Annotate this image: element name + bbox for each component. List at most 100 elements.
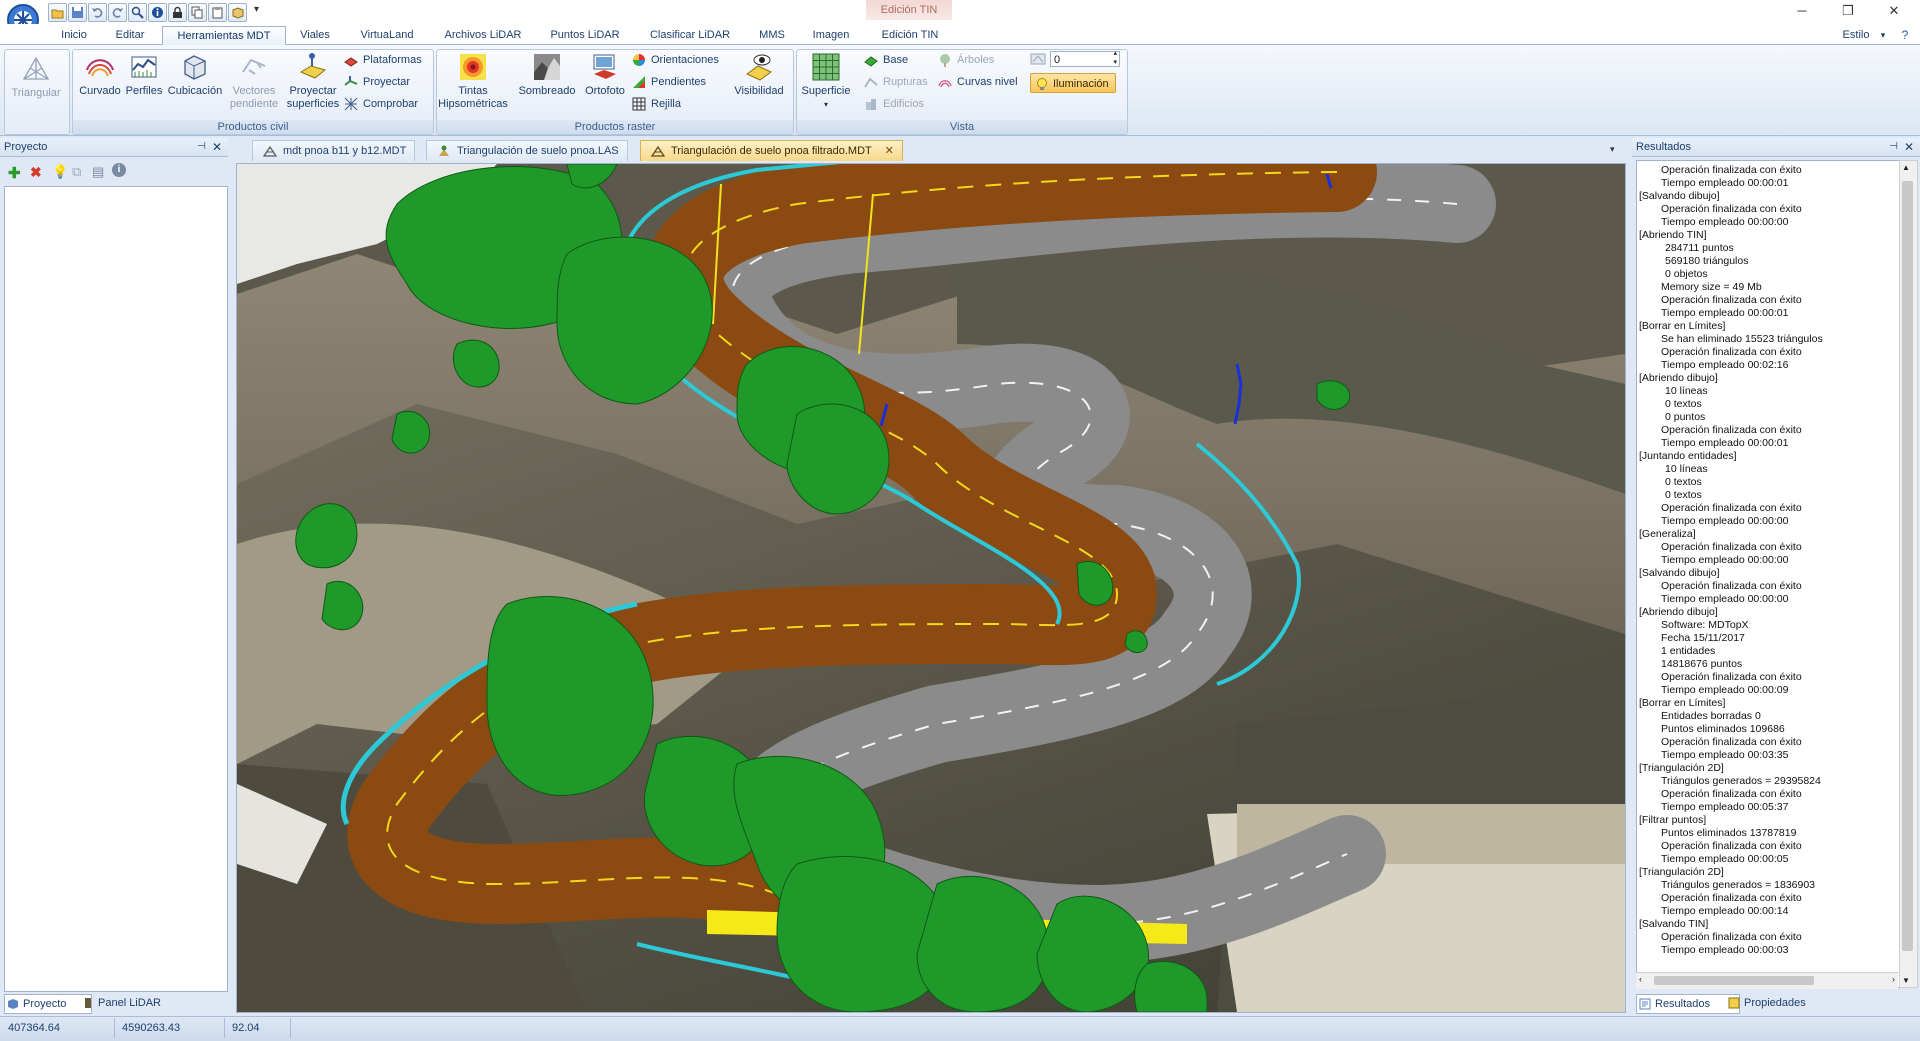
results-tab-icon (1639, 998, 1651, 1010)
add-icon[interactable]: ✚ (8, 164, 21, 182)
visibilidad-button[interactable]: Visibilidad (728, 52, 790, 98)
contour-icon (85, 52, 115, 82)
project-icon (344, 75, 358, 89)
pendientes-button[interactable]: Pendientes (632, 73, 706, 91)
log-line: Operación finalizada con éxito (1661, 541, 1802, 553)
ortofoto-button[interactable]: Ortofoto (580, 52, 630, 98)
log-line: Puntos eliminados 109686 (1661, 723, 1785, 735)
tintas-hipsometricas-button[interactable]: Tintas Hipsométricas (438, 52, 508, 111)
tab-clasificar-lidar[interactable]: Clasificar LiDAR (640, 26, 740, 44)
close-panel-icon[interactable]: ✕ (212, 138, 222, 156)
results-hscroll-thumb[interactable] (1654, 976, 1814, 985)
delete-icon[interactable]: ✖ (30, 164, 42, 181)
tab-list-dropdown-icon[interactable]: ▾ (1610, 144, 1615, 155)
terrain-render (237, 164, 1625, 1012)
eye-visibility-icon (744, 52, 774, 82)
results-vertical-scrollbar[interactable]: ▲ ▼ (1899, 160, 1918, 988)
tab-resultados[interactable]: Resultados (1636, 994, 1740, 1014)
pin-icon[interactable]: ⊣ (197, 138, 206, 156)
table-icon[interactable]: ▤ (92, 164, 104, 180)
exaggeration-spinner[interactable]: 0 ▴ ▾ (1050, 49, 1120, 67)
spin-arrows-icon[interactable]: ▴ ▾ (1113, 49, 1117, 67)
doc-tab-mdt-pnoa[interactable]: mdt pnoa b11 y b12.MDT (252, 140, 416, 161)
lock-icon[interactable] (168, 3, 187, 22)
tab-viales[interactable]: Viales (292, 26, 338, 44)
superficie-button[interactable]: Superficie ▾ (798, 52, 854, 111)
comprobar-button[interactable]: Comprobar (344, 95, 418, 113)
project-panel-header: Proyecto ⊣ ✕ (0, 138, 228, 157)
tab-imagen[interactable]: Imagen (804, 26, 858, 44)
arboles-toggle[interactable]: Árboles (938, 51, 994, 69)
base-toggle[interactable]: Base (864, 51, 908, 69)
results-horizontal-scrollbar[interactable]: ‹ › (1636, 972, 1898, 989)
tab-editar[interactable]: Editar (108, 26, 152, 44)
cube-icon[interactable] (228, 3, 247, 22)
superficie-dropdown-icon[interactable]: ▾ (798, 98, 854, 111)
curvas-nivel-toggle[interactable]: Curvas nivel (938, 73, 1018, 91)
rupturas-toggle[interactable]: Rupturas (864, 73, 928, 91)
tab-mms[interactable]: MMS (752, 26, 792, 44)
scroll-left-icon[interactable]: ‹ (1639, 974, 1642, 984)
vectores-pendiente-button[interactable]: Vectores pendiente (226, 52, 282, 111)
style-dropdown-icon[interactable]: ▾ (1876, 26, 1890, 44)
contour-lines-icon (938, 75, 952, 89)
triangular-button[interactable]: Triangular (6, 54, 66, 100)
scroll-right-icon[interactable]: › (1892, 974, 1895, 984)
zoom-icon[interactable] (128, 3, 147, 22)
perfiles-button[interactable]: Perfiles (124, 52, 164, 98)
minimize-icon[interactable]: ─ (1780, 0, 1824, 24)
results-log[interactable]: Operación finalizada con éxito Tiempo emp… (1636, 160, 1900, 988)
curvado-button[interactable]: Curvado (76, 52, 124, 98)
edificios-toggle[interactable]: Edificios (864, 95, 924, 113)
log-line: 0 textos (1665, 398, 1702, 410)
save-icon[interactable] (68, 3, 87, 22)
proyectar-button[interactable]: Proyectar (344, 73, 410, 91)
orientaciones-button[interactable]: Orientaciones (632, 51, 719, 69)
log-line: Tiempo empleado 00:03:35 (1661, 749, 1789, 761)
tab-inicio[interactable]: Inicio (52, 26, 96, 44)
scroll-up-icon[interactable]: ▲ (1902, 163, 1910, 172)
proyectar-superficies-button[interactable]: Proyectar superficies (284, 52, 342, 111)
rejilla-button[interactable]: Rejilla (632, 95, 681, 113)
tab-virtualand[interactable]: VirtuaLand (350, 26, 424, 44)
tab-archivos-lidar[interactable]: Archivos LiDAR (436, 26, 530, 44)
tab-herramientas-mdt[interactable]: Herramientas MDT (162, 26, 286, 46)
paste-icon[interactable] (208, 3, 227, 22)
sombreado-button[interactable]: Sombreado (516, 52, 578, 98)
3d-viewport[interactable] (236, 163, 1626, 1013)
open-icon[interactable] (48, 3, 67, 22)
scroll-down-icon[interactable]: ▼ (1902, 976, 1910, 985)
project-tree[interactable] (4, 186, 228, 992)
iluminacion-toggle[interactable]: Iluminación (1030, 73, 1116, 93)
style-menu[interactable]: Estilo (1836, 26, 1876, 44)
restore-icon[interactable]: ❐ (1826, 0, 1870, 24)
close-icon[interactable]: ✕ (1872, 0, 1916, 24)
cubicacion-button[interactable]: Cubicación (164, 52, 226, 98)
lamp-icon[interactable]: 💡 (52, 164, 68, 180)
redo-icon[interactable] (108, 3, 127, 22)
tab-edicion-tin[interactable]: Edición TIN (868, 26, 952, 44)
close-tab-icon[interactable]: ✕ (885, 145, 894, 157)
tab-propiedades[interactable]: Propiedades (1726, 994, 1834, 1012)
undo-icon[interactable] (88, 3, 107, 22)
qa-customize-icon[interactable]: ▾ (254, 4, 259, 15)
tab-puntos-lidar[interactable]: Puntos LiDAR (542, 26, 628, 44)
properties-info-icon[interactable]: i (112, 163, 126, 177)
results-scroll-thumb[interactable] (1902, 181, 1913, 951)
log-line: [Salvando dibujo] (1639, 190, 1720, 202)
tab-panel-lidar[interactable]: Panel LiDAR (80, 994, 188, 1012)
copy-icon[interactable] (188, 3, 207, 22)
doc-tab-triangulacion-filtrado[interactable]: Triangulación de suelo pnoa filtrado.MDT… (640, 140, 903, 161)
results-panel-header: Resultados ⊣ ✕ (1632, 138, 1920, 157)
log-line: [Abriendo dibujo] (1639, 606, 1718, 618)
triangular-label: Triangular (11, 87, 61, 99)
tab-proyecto-bottom[interactable]: Proyecto (4, 994, 92, 1014)
doc-tab-triangulacion-las[interactable]: Triangulación de suelo pnoa.LAS (426, 140, 628, 161)
close-panel-icon[interactable]: ✕ (1904, 138, 1914, 156)
help-icon[interactable]: ? (1896, 26, 1914, 44)
log-line: [Borrar en Límites] (1639, 697, 1726, 709)
layers-icon[interactable]: ⧉ (72, 164, 81, 180)
info-icon[interactable] (148, 3, 167, 22)
pin-icon[interactable]: ⊣ (1889, 138, 1898, 156)
plataformas-button[interactable]: Plataformas (344, 51, 422, 69)
